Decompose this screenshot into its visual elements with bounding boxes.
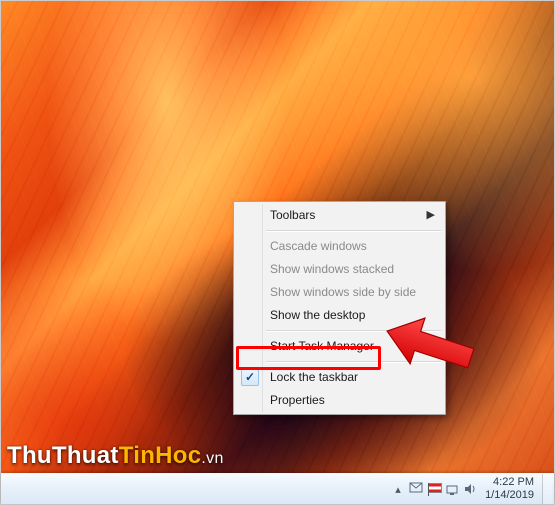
network-icon[interactable] [443, 480, 461, 498]
volume-icon[interactable] [461, 480, 479, 498]
menu-separator [266, 230, 441, 232]
menu-label: Show the desktop [270, 308, 365, 322]
menu-separator [266, 330, 441, 332]
show-desktop-button[interactable] [542, 474, 552, 504]
clock-time: 4:22 PM [485, 476, 534, 489]
taskbar-context-menu: Toolbars ▶ Cascade windows Show windows … [233, 201, 446, 415]
tray-overflow-icon[interactable]: ▴ [389, 480, 407, 498]
taskbar[interactable]: ▴ 4:22 PM 1/14/2019 [1, 473, 554, 504]
watermark-part-1: ThuThuat [7, 442, 119, 469]
menu-label: Cascade windows [270, 239, 367, 253]
menu-label: Properties [270, 393, 325, 407]
menu-label: Start Task Manager [270, 339, 374, 353]
menu-item-cascade[interactable]: Cascade windows [236, 235, 443, 258]
taskbar-clock[interactable]: 4:22 PM 1/14/2019 [479, 474, 542, 504]
clock-date: 1/14/2019 [485, 489, 534, 502]
menu-label: Toolbars [270, 208, 315, 222]
menu-label: Show windows side by side [270, 285, 416, 299]
menu-item-task-manager[interactable]: Start Task Manager [236, 335, 443, 358]
menu-label: Lock the taskbar [270, 370, 358, 384]
screenshot-stage: ThuThuatTinHoc.vn Toolbars ▶ Cascade win… [0, 0, 555, 505]
checkmark-icon: ✓ [241, 369, 259, 386]
menu-separator [266, 361, 441, 363]
system-tray: ▴ 4:22 PM 1/14/2019 [389, 474, 554, 504]
menu-item-lock-taskbar[interactable]: ✓ Lock the taskbar [236, 366, 443, 389]
menu-label: Show windows stacked [270, 262, 394, 276]
menu-item-properties[interactable]: Properties [236, 389, 443, 412]
watermark-part-3: .vn [201, 450, 223, 467]
menu-item-stacked[interactable]: Show windows stacked [236, 258, 443, 281]
watermark-part-2: TinHoc [119, 442, 202, 469]
menu-item-show-desktop[interactable]: Show the desktop [236, 304, 443, 327]
watermark-logo: ThuThuatTinHoc.vn [7, 442, 224, 470]
taskbar-left [1, 474, 389, 504]
action-center-icon[interactable] [407, 480, 425, 498]
submenu-arrow-icon: ▶ [427, 204, 435, 227]
tray-flag-icon[interactable] [425, 480, 443, 498]
menu-item-side-by-side[interactable]: Show windows side by side [236, 281, 443, 304]
menu-item-toolbars[interactable]: Toolbars ▶ [236, 204, 443, 227]
